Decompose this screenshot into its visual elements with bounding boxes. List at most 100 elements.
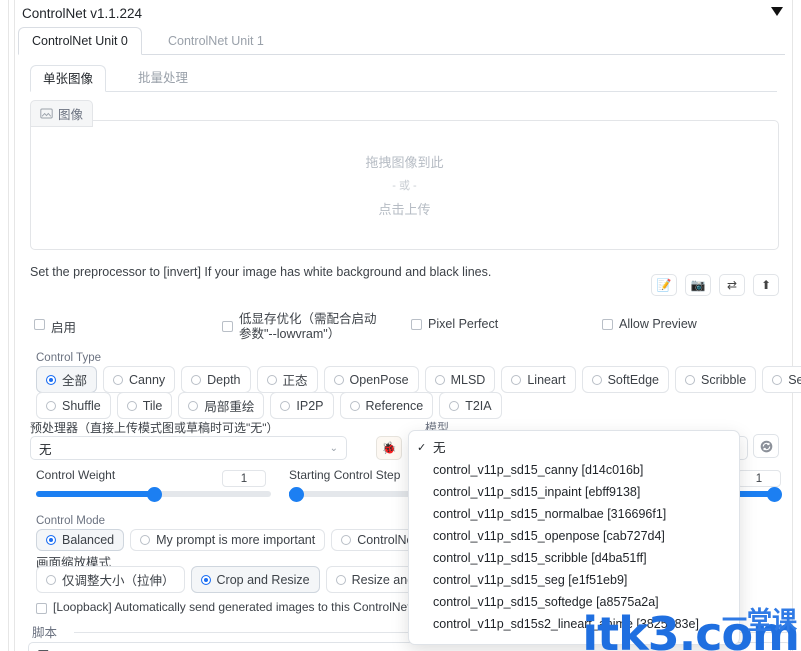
edit-icon[interactable]: 📝 [651, 274, 677, 296]
upload-icon[interactable]: ⬆ [753, 274, 779, 296]
control-weight-track[interactable] [36, 486, 271, 502]
control-type-option-tile[interactable]: Tile [116, 392, 173, 419]
radio-icon [280, 400, 291, 411]
control-mode-option-my-prompt-is-more-important[interactable]: My prompt is more important [130, 529, 326, 551]
dropzone-or-text: - 或 - [392, 180, 417, 192]
control-type-option-label: IP2P [296, 398, 324, 413]
checkbox-pixel-perfect[interactable]: Pixel Perfect [411, 317, 498, 331]
control-type-option-seg[interactable]: Seg [762, 366, 801, 393]
model-option-control-v11p-sd15-inpaint-ebff9138[interactable]: control_v11p_sd15_inpaint [ebff9138] [409, 481, 739, 503]
radio-icon [46, 535, 56, 545]
resize-mode-option-仅调整大小-拉伸[interactable]: 仅调整大小（拉伸） [36, 566, 185, 593]
radio-icon [266, 374, 277, 385]
starting-control-step-knob[interactable] [289, 486, 304, 502]
model-option-control-v11p-sd15-softedge-a8575a2a[interactable]: control_v11p_sd15_softedge [a8575a2a] [409, 591, 739, 613]
control-type-option-shuffle[interactable]: Shuffle [36, 392, 111, 419]
preprocessor-select[interactable]: 无 ⌄ [30, 436, 347, 460]
control-mode-label: Control Mode [36, 515, 106, 527]
control-weight-value[interactable]: 1 [222, 470, 266, 487]
radio-icon [449, 400, 460, 411]
control-type-option-canny[interactable]: Canny [103, 366, 176, 393]
tab-controlnet-unit-1[interactable]: ControlNet Unit 1 [154, 27, 278, 55]
checkbox-loopback-label: [Loopback] Automatically send generated … [53, 600, 434, 614]
checkbox-loopback[interactable]: [Loopback] Automatically send generated … [36, 600, 433, 614]
page-rail-left-inner [14, 0, 15, 651]
preprocessor-value: 无 [39, 442, 52, 457]
swap-glyph: ⇄ [726, 278, 738, 292]
radio-icon [46, 574, 56, 585]
swap-icon[interactable]: ⇄ [719, 274, 745, 296]
resize-mode-option-crop-and-resize[interactable]: Crop and Resize [190, 566, 320, 593]
checkbox-pixel-perfect-box[interactable] [411, 319, 422, 330]
control-type-option-t2ia[interactable]: T2IA [439, 392, 502, 419]
preprocessor-label: 预处理器（直接上传模式图或草稿时可选"无"） [30, 421, 279, 435]
control-type-option-正态[interactable]: 正态 [256, 366, 318, 393]
control-type-option-mlsd[interactable]: MLSD [424, 366, 496, 393]
triangle-down-icon[interactable] [771, 7, 783, 16]
model-option-control-v11p-sd15-normalbae-316696f1[interactable]: control_v11p_sd15_normalbae [316696f1] [409, 503, 739, 525]
starting-control-step-label: Starting Control Step [289, 468, 401, 482]
checkbox-enable-box[interactable] [34, 319, 45, 330]
dropzone-main-text: 拖拽图像到此 [365, 155, 444, 170]
page-rail-right [792, 0, 793, 651]
control-mode-option-balanced[interactable]: Balanced [36, 529, 125, 551]
checkbox-allow-preview-box[interactable] [602, 319, 613, 330]
image-dropzone[interactable]: 拖拽图像到此 - 或 - 点击上传 [30, 120, 779, 250]
control-type-option-scribble[interactable]: Scribble [675, 366, 757, 393]
unit-tab-bar: ControlNet Unit 0 ControlNet Unit 1 [18, 27, 785, 55]
control-type-option-label: MLSD [450, 372, 486, 387]
image-tab-chip[interactable]: 图像 [30, 100, 94, 127]
radio-icon [335, 574, 346, 585]
checkbox-allow-preview[interactable]: Allow Preview [602, 317, 697, 331]
checkbox-loopback-box[interactable] [36, 602, 47, 614]
model-option-label: control_v11p_sd15_inpaint [ebff9138] [433, 485, 641, 499]
control-type-row-1: 全部 Canny Depth 正态 OpenPose MLSD Lineart SoftEdg… [36, 366, 801, 393]
control-type-option-局部重绘[interactable]: 局部重绘 [178, 392, 265, 419]
radio-icon [333, 374, 344, 385]
checkbox-lowvram-box[interactable] [222, 321, 233, 332]
model-option-无[interactable]: ✓ 无 [409, 437, 739, 459]
upload-glyph: ⬆ [760, 278, 772, 292]
model-option-control-v11p-sd15-scribble-d4ba51ff[interactable]: control_v11p_sd15_scribble [d4ba51ff] [409, 547, 739, 569]
ending-control-step-value[interactable]: 1 [737, 470, 781, 487]
camera-glyph: 📷 [690, 278, 706, 292]
model-dropdown-list[interactable]: ✓ 无 control_v11p_sd15_canny [d14c016b] cont… [408, 430, 740, 645]
control-type-option-lineart[interactable]: Lineart [501, 366, 576, 393]
radio-icon [200, 574, 211, 585]
model-option-control-v11p-sd15-canny-d14c016b[interactable]: control_v11p_sd15_canny [d14c016b] [409, 459, 739, 481]
ending-control-step-knob[interactable] [767, 486, 782, 502]
refresh-icon[interactable] [753, 434, 779, 458]
option-checkbox-row: 启用 低显存优化（需配合启动参数"--lowvram"） Pixel Perfe… [30, 312, 779, 342]
control-type-option-depth[interactable]: Depth [181, 366, 251, 393]
radio-icon [511, 374, 522, 385]
model-option-control-v11p-sd15-openpose-cab727d4[interactable]: control_v11p_sd15_openpose [cab727d4] [409, 525, 739, 547]
tab-batch-process[interactable]: 批量处理 [126, 65, 200, 92]
checkbox-lowvram[interactable]: 低显存优化（需配合启动参数"--lowvram"） [222, 312, 382, 342]
control-type-option-全部[interactable]: 全部 [36, 366, 98, 393]
model-option-control-v11p-sd15s2-lineart-anime-3825e83e[interactable]: control_v11p_sd15s2_lineart_anime [3825e… [409, 613, 739, 635]
control-type-option-reference[interactable]: Reference [339, 392, 434, 419]
dropzone-click-text: 点击上传 [378, 202, 431, 217]
control-type-option-openpose[interactable]: OpenPose [323, 366, 419, 393]
checkbox-enable[interactable]: 启用 [34, 317, 76, 336]
tab-single-image[interactable]: 单张图像 [30, 65, 107, 92]
control-type-option-label: T2IA [465, 398, 492, 413]
radio-icon [188, 400, 199, 411]
control-type-option-ip2p[interactable]: IP2P [270, 392, 334, 419]
check-icon: ✓ [417, 442, 427, 454]
control-type-option-softedge[interactable]: SoftEdge [581, 366, 670, 393]
image-icon [40, 107, 53, 120]
control-weight-label: Control Weight [36, 468, 116, 482]
radio-icon [434, 374, 445, 385]
model-option-label: control_v11p_sd15_softedge [a8575a2a] [433, 595, 659, 609]
control-type-row-2: Shuffle Tile 局部重绘 IP2P Reference T2IA [36, 392, 502, 419]
model-option-control-v11p-sd15-seg-e1f51eb9[interactable]: control_v11p_sd15_seg [e1f51eb9] [409, 569, 739, 591]
radio-icon [113, 374, 124, 385]
camera-icon[interactable]: 📷 [685, 274, 711, 296]
bug-icon[interactable]: 🐞 [376, 436, 402, 460]
control-weight-knob[interactable] [146, 486, 162, 502]
model-option-label: control_v11p_sd15_openpose [cab727d4] [433, 529, 665, 543]
tab-controlnet-unit-0[interactable]: ControlNet Unit 0 [18, 27, 142, 55]
inner-tab-bar: 单张图像 批量处理 [30, 65, 777, 92]
control-type-option-label: Canny [129, 372, 166, 387]
